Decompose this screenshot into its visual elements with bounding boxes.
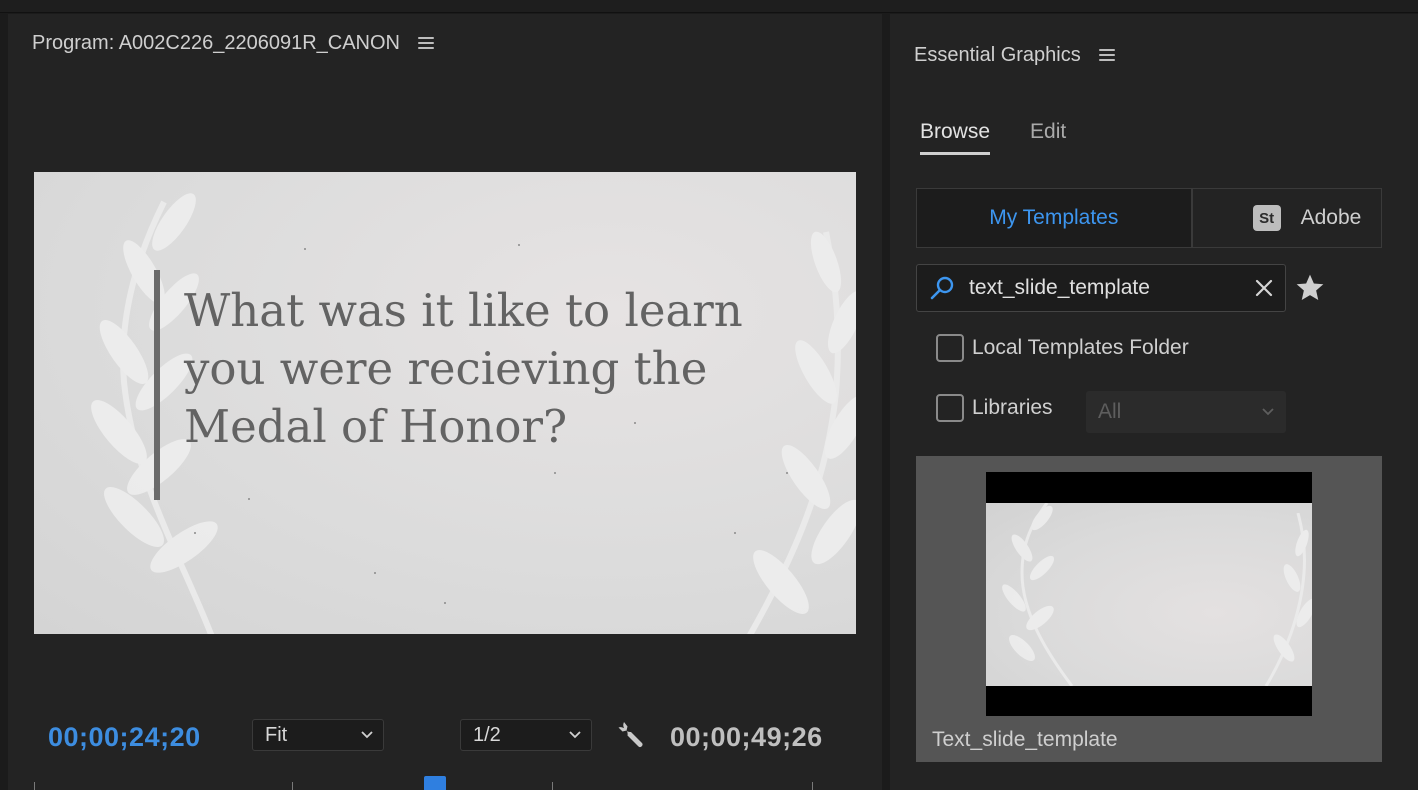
program-panel-header: Program: A002C226_2206091R_CANON (32, 30, 434, 56)
adobe-stock-label: Adobe (1300, 206, 1362, 229)
local-templates-checkbox[interactable] (936, 334, 964, 362)
current-timecode[interactable]: 00;00;24;20 (48, 722, 201, 753)
local-templates-label: Local Templates Folder (972, 336, 1189, 359)
duration-timecode: 00;00;49;26 (670, 722, 823, 752)
my-templates-button[interactable]: My Templates (916, 188, 1192, 248)
search-icon (930, 276, 954, 300)
template-name: Text_slide_template (932, 728, 1118, 751)
playback-resolution-value: 1/2 (473, 723, 501, 746)
libraries-label: Libraries (972, 396, 1053, 419)
essential-graphics-title: Essential Graphics (914, 43, 1081, 66)
playback-resolution-select[interactable]: 1/2 (460, 719, 592, 751)
essential-graphics-panel: Essential Graphics Browse Edit My Templa… (890, 14, 1418, 790)
libraries-checkbox[interactable] (936, 394, 964, 422)
chevron-down-icon (361, 731, 373, 739)
title-text: What was it like to learn you were recie… (184, 284, 743, 453)
tab-edit[interactable]: Edit (1030, 120, 1066, 155)
program-monitor-panel: Program: A002C226_2206091R_CANON What wa… (8, 14, 882, 790)
template-source-switch: My Templates St Adobe (916, 188, 1382, 248)
adobe-stock-button[interactable]: St Adobe (1191, 188, 1382, 248)
zoom-level-select[interactable]: Fit (252, 719, 384, 751)
essential-graphics-header: Essential Graphics (914, 42, 1115, 68)
playhead[interactable] (424, 776, 446, 790)
libraries-select[interactable]: All (1086, 391, 1286, 433)
libraries-option: Libraries (936, 394, 1053, 422)
chevron-down-icon (569, 731, 581, 739)
adobe-stock-icon: St (1252, 205, 1281, 231)
hamburger-menu-icon[interactable] (1098, 49, 1115, 61)
star-icon[interactable] (1294, 272, 1326, 304)
program-panel-title: Program: A002C226_2206091R_CANON (32, 31, 400, 54)
chevron-down-icon (1262, 408, 1274, 416)
libraries-select-value: All (1098, 400, 1122, 423)
program-video-frame[interactable]: What was it like to learn you were recie… (34, 172, 856, 634)
local-templates-folder-option: Local Templates Folder (936, 334, 1189, 362)
quote-accent-bar (154, 270, 160, 500)
hamburger-menu-icon[interactable] (418, 37, 434, 49)
title-bar (0, 0, 1418, 13)
template-card[interactable]: Text_slide_template (916, 456, 1382, 762)
zoom-level-value: Fit (265, 723, 288, 746)
clear-icon[interactable] (1255, 279, 1273, 297)
template-search-input[interactable]: text_slide_template (916, 264, 1286, 312)
tab-browse[interactable]: Browse (920, 120, 991, 155)
program-controls: 00;00;24;20 Fit 1/2 00;00;49;26 (8, 714, 882, 758)
eg-tabs: Browse Edit (920, 120, 1066, 155)
search-query: text_slide_template (969, 276, 1150, 299)
wrench-icon[interactable] (618, 720, 646, 748)
template-thumbnail (986, 472, 1312, 716)
